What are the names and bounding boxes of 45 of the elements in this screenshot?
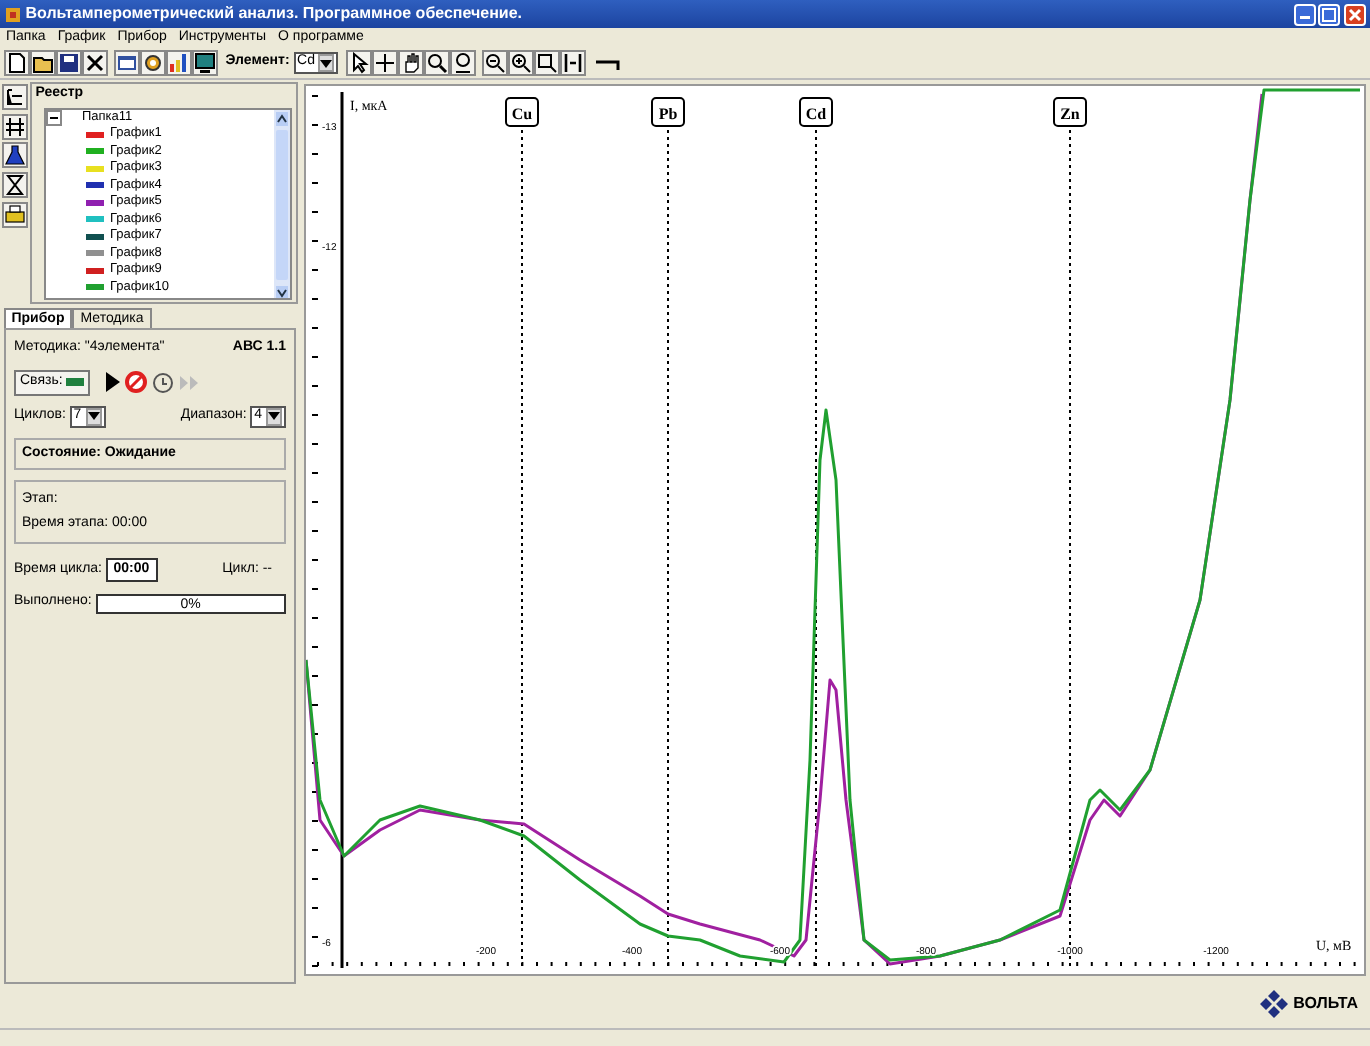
logo-icon <box>1257 988 1290 1020</box>
scrollbar[interactable] <box>274 109 290 297</box>
app-icon <box>4 5 22 23</box>
zoom-in-icon[interactable] <box>482 50 509 76</box>
minimize-button[interactable] <box>1293 3 1315 25</box>
hourglass-icon[interactable] <box>1 172 27 198</box>
fit-width-icon[interactable] <box>560 50 587 76</box>
minimize-icon <box>1299 16 1309 19</box>
close-button[interactable] <box>1344 3 1366 25</box>
zoom-all-icon[interactable] <box>508 50 535 76</box>
bar-chart-icon[interactable] <box>166 50 193 76</box>
close-icon[interactable] <box>81 50 108 76</box>
logo-text: ВОЛЬТА <box>1293 992 1358 1016</box>
dropdown-arrow-icon <box>320 59 333 67</box>
monitor-icon[interactable] <box>192 50 219 76</box>
dropdown-arrow-icon <box>87 412 100 421</box>
element-marker: Pb <box>651 97 685 127</box>
window-title: Вольтамперометрический анализ. Программное обеспечение. <box>25 2 523 26</box>
bracket-icon[interactable] <box>593 55 622 71</box>
maximize-button[interactable] <box>1318 3 1341 25</box>
collapse-toggle-icon[interactable] <box>46 109 62 126</box>
save-icon[interactable] <box>55 50 82 76</box>
dropdown-arrow-icon <box>268 412 280 421</box>
new-file-icon[interactable] <box>3 50 30 76</box>
pointer-icon[interactable] <box>345 50 372 76</box>
printer-icon[interactable] <box>1 201 27 228</box>
crosshair-icon[interactable] <box>371 50 398 76</box>
hand-icon[interactable] <box>397 50 424 76</box>
zoom-fit-icon[interactable] <box>449 50 476 76</box>
element-marker: Cu <box>505 97 539 127</box>
open-folder-icon[interactable] <box>29 50 56 76</box>
element-marker: Zn <box>1053 97 1087 127</box>
stop-icon[interactable] <box>124 370 149 395</box>
element-marker: Cd <box>799 97 833 127</box>
timer-icon[interactable] <box>152 371 175 394</box>
columns-icon[interactable] <box>1 113 27 139</box>
close-icon <box>1348 7 1362 21</box>
flask-icon[interactable] <box>1 142 27 169</box>
connection-indicator-icon <box>66 378 85 387</box>
chart-window-icon[interactable] <box>114 50 141 76</box>
tree-view-icon[interactable] <box>1 83 27 110</box>
maximize-icon <box>1322 7 1337 21</box>
play-icon[interactable] <box>101 370 122 395</box>
gear-icon[interactable] <box>140 50 167 76</box>
zoom-region-icon[interactable] <box>423 50 450 76</box>
